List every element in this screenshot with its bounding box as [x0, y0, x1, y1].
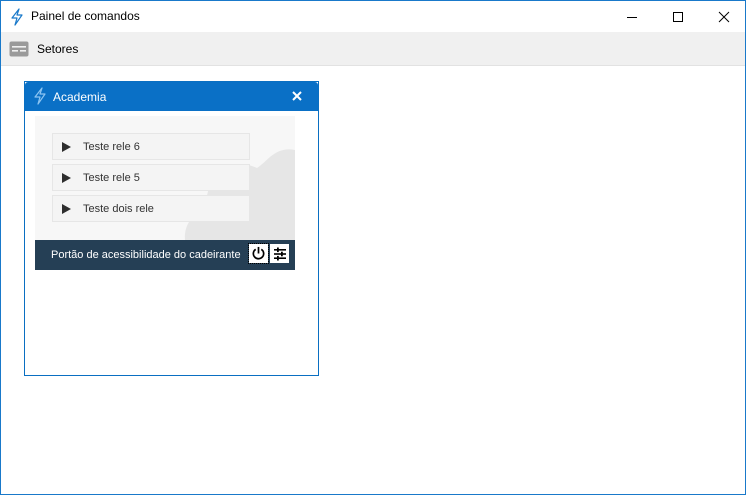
sliders-icon — [273, 247, 286, 260]
power-button[interactable] — [248, 243, 269, 264]
panel-header: Academia — [25, 82, 318, 111]
device-label: Portão de acessibilidade do cadeirante — [51, 249, 241, 261]
relay-item[interactable]: Teste rele 6 — [52, 133, 250, 160]
relay-item[interactable]: Teste rele 5 — [52, 164, 250, 191]
close-icon — [718, 11, 730, 22]
relay-list: Teste rele 6 Teste rele 5 Teste dois rel… — [35, 116, 295, 240]
panel-title: Academia — [53, 90, 107, 104]
sectors-icon — [9, 41, 29, 57]
relay-label: Teste rele 5 — [83, 171, 140, 184]
settings-button[interactable] — [270, 244, 289, 263]
maximize-icon — [673, 11, 683, 22]
relay-item[interactable]: Teste dois rele — [52, 195, 250, 222]
close-button[interactable] — [701, 1, 746, 32]
lightning-bolt-icon — [34, 87, 46, 105]
minimize-button[interactable] — [609, 1, 655, 32]
sectors-menu-item[interactable]: Setores — [1, 32, 88, 66]
play-icon — [62, 203, 71, 214]
relay-label: Teste rele 6 — [83, 140, 140, 153]
close-icon — [292, 91, 302, 101]
maximize-button[interactable] — [655, 1, 701, 32]
power-icon — [252, 246, 265, 260]
window-title: Painel de comandos — [31, 9, 140, 23]
minimize-icon — [627, 16, 637, 18]
sectors-label: Setores — [37, 42, 79, 56]
panel-close-button[interactable] — [289, 88, 305, 104]
sector-panel: Academia Teste rele 6 Teste rele 5 Teste… — [24, 81, 319, 376]
title-bar[interactable]: Painel de comandos — [1, 1, 745, 32]
device-bar: Portão de acessibilidade do cadeirante — [35, 240, 295, 270]
lightning-bolt-icon — [11, 8, 23, 26]
main-window: Painel de comandos Setores Academia Test… — [0, 0, 746, 495]
toolbar: Setores — [1, 32, 745, 66]
relay-label: Teste dois rele — [83, 202, 154, 215]
play-icon — [62, 172, 71, 183]
play-icon — [62, 141, 71, 152]
